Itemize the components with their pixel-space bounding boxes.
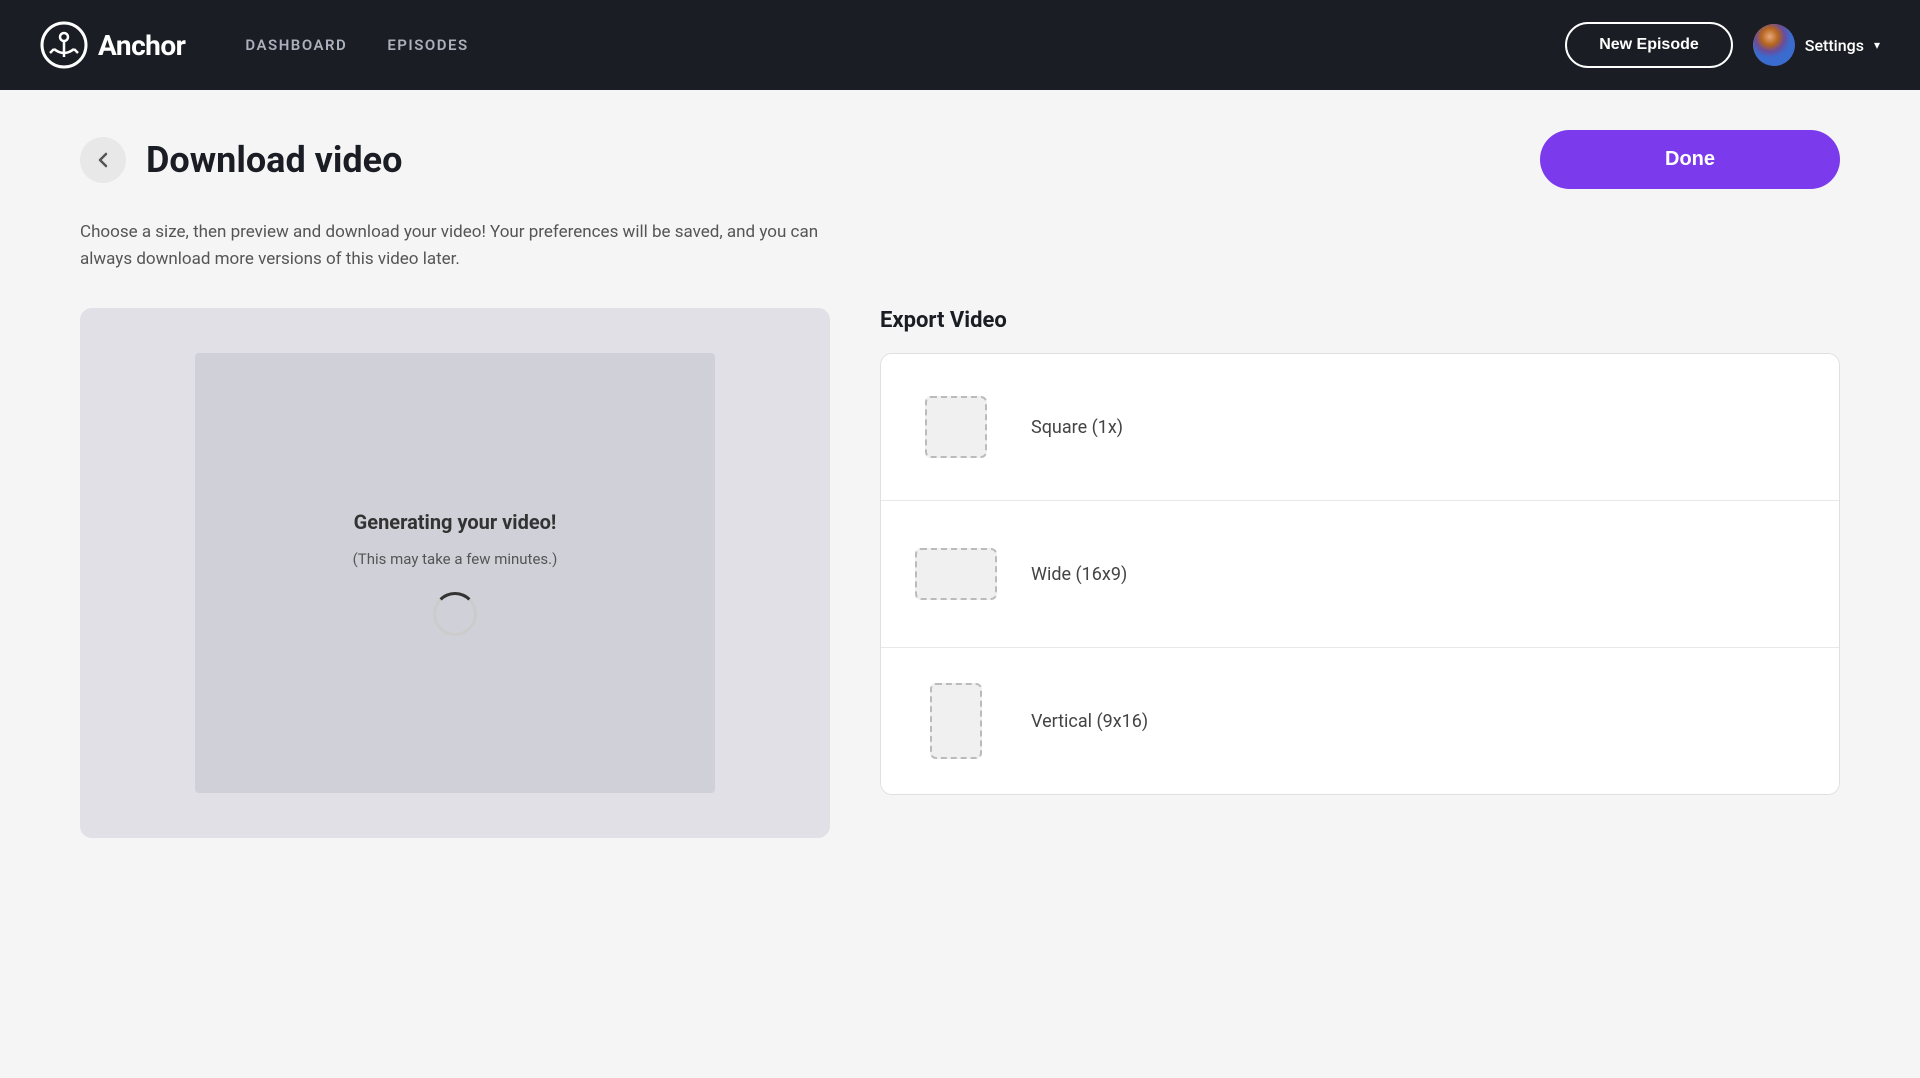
export-option-wide[interactable]: Wide (16x9) bbox=[881, 501, 1839, 648]
export-option-vertical[interactable]: Vertical (9x16) bbox=[881, 648, 1839, 794]
header-right: New Episode Settings ▾ bbox=[1565, 22, 1880, 68]
export-options-list: Square (1x) Wide (16x9) Vertical (9x16) bbox=[880, 353, 1840, 795]
page-header-left: Download video bbox=[80, 137, 402, 183]
back-button[interactable] bbox=[80, 137, 126, 183]
done-button[interactable]: Done bbox=[1540, 130, 1840, 189]
vertical-icon-wrap bbox=[911, 676, 1001, 766]
video-preview-panel: Generating your video! (This may take a … bbox=[80, 308, 830, 838]
back-arrow-icon bbox=[93, 150, 113, 170]
new-episode-button[interactable]: New Episode bbox=[1565, 22, 1733, 68]
avatar bbox=[1753, 24, 1795, 66]
export-option-square[interactable]: Square (1x) bbox=[881, 354, 1839, 501]
logo-text: Anchor bbox=[98, 29, 185, 62]
main-content: Download video Done Choose a size, then … bbox=[0, 90, 1920, 878]
loading-spinner bbox=[433, 592, 477, 636]
page-header: Download video Done bbox=[80, 130, 1840, 189]
wide-option-label: Wide (16x9) bbox=[1031, 564, 1127, 585]
header-left: Anchor DASHBOARD EPISODES bbox=[40, 21, 469, 69]
generating-subtext: (This may take a few minutes.) bbox=[353, 550, 558, 568]
avatar-image bbox=[1753, 24, 1795, 66]
nav-item-dashboard[interactable]: DASHBOARD bbox=[245, 36, 347, 54]
chevron-down-icon: ▾ bbox=[1874, 38, 1880, 52]
nav: DASHBOARD EPISODES bbox=[245, 36, 468, 54]
content-area: Generating your video! (This may take a … bbox=[80, 308, 1840, 838]
square-shape-icon bbox=[925, 396, 987, 458]
page-title: Download video bbox=[146, 139, 402, 181]
page-description: Choose a size, then preview and download… bbox=[80, 219, 830, 273]
vertical-shape-icon bbox=[930, 683, 982, 759]
wide-icon-wrap bbox=[911, 529, 1001, 619]
header: Anchor DASHBOARD EPISODES New Episode bbox=[0, 0, 1920, 90]
logo[interactable]: Anchor bbox=[40, 21, 185, 69]
settings-area[interactable]: Settings ▾ bbox=[1753, 24, 1880, 66]
square-option-label: Square (1x) bbox=[1031, 417, 1123, 438]
nav-item-episodes[interactable]: EPISODES bbox=[387, 36, 468, 54]
generating-text: Generating your video! bbox=[354, 510, 557, 534]
export-panel: Export Video Square (1x) Wide (16x9) bbox=[880, 308, 1840, 795]
wide-shape-icon bbox=[915, 548, 997, 600]
export-title: Export Video bbox=[880, 308, 1840, 333]
preview-inner: Generating your video! (This may take a … bbox=[195, 353, 715, 793]
settings-label: Settings bbox=[1805, 36, 1864, 55]
anchor-logo-icon bbox=[40, 21, 88, 69]
vertical-option-label: Vertical (9x16) bbox=[1031, 711, 1148, 732]
square-icon-wrap bbox=[911, 382, 1001, 472]
